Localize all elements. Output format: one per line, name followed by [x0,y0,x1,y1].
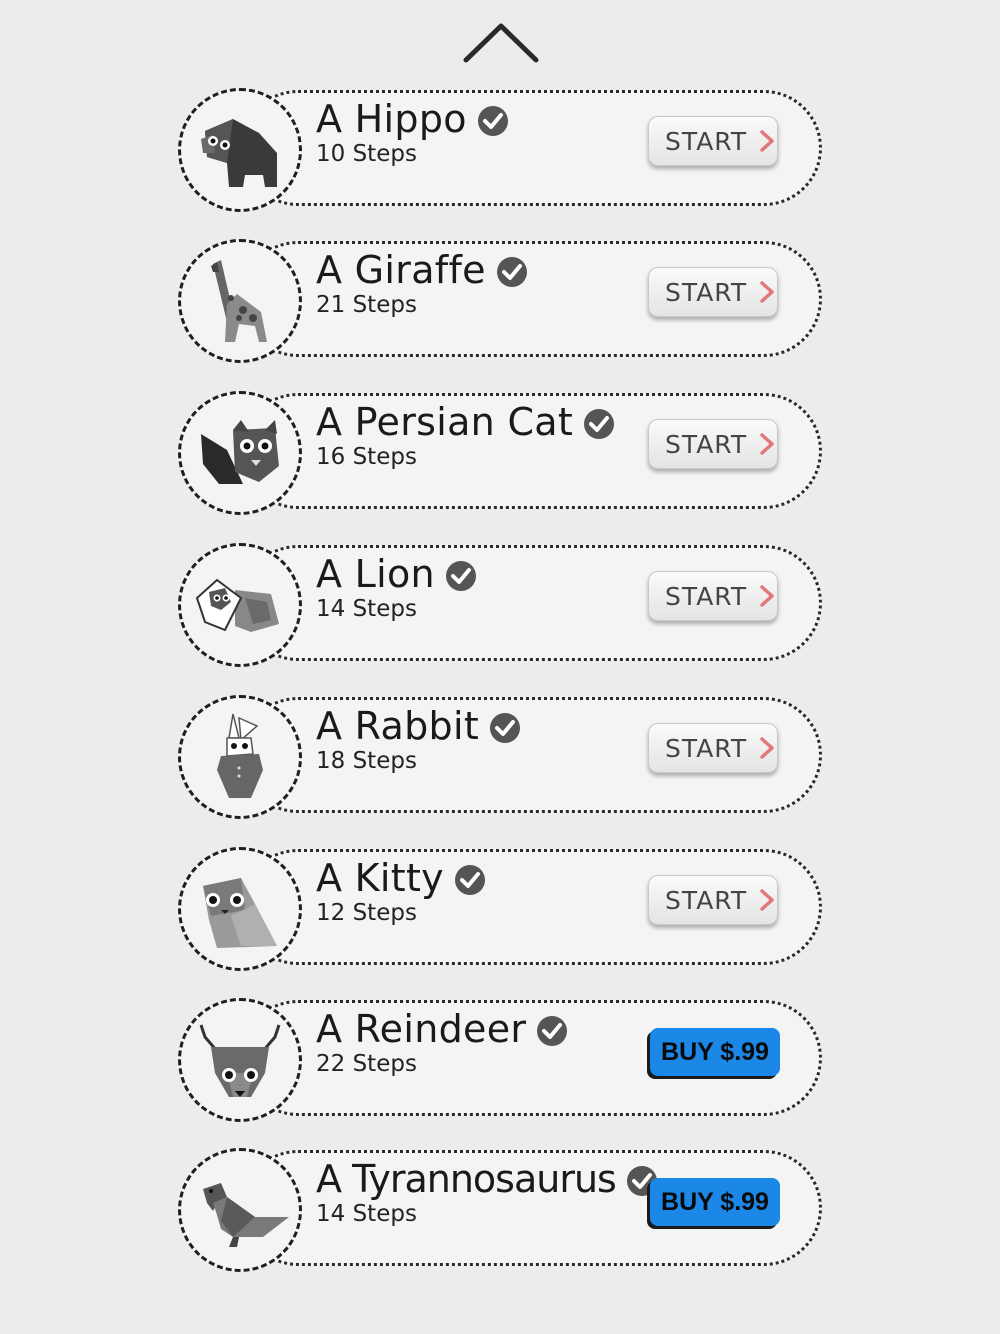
item-title: A Tyrannosaurus [316,1157,617,1201]
start-button[interactable]: START [648,267,778,317]
start-button[interactable]: START [648,571,778,621]
list-item[interactable]: A Lion 14 Steps START [178,543,826,669]
start-button-label: START [665,733,748,763]
item-steps: 21 Steps [316,292,417,318]
start-button-label: START [665,885,748,915]
item-steps: 22 Steps [316,1051,417,1077]
thumbnail [178,239,302,363]
buy-button-label: BUY $.99 [661,1187,769,1216]
item-steps: 14 Steps [316,596,417,622]
chevron-right-icon [760,889,774,911]
item-steps: 14 Steps [316,1201,417,1227]
start-button-label: START [665,429,748,459]
item-steps: 10 Steps [316,141,417,167]
thumbnail [178,88,302,212]
buy-button[interactable]: BUY $.99 [650,1028,780,1076]
chevron-right-icon [760,281,774,303]
start-button[interactable]: START [648,875,778,925]
chevron-right-icon [760,737,774,759]
start-button-label: START [665,277,748,307]
check-circle-icon [537,1016,568,1046]
chevron-right-icon [760,585,774,607]
item-steps: 18 Steps [316,748,417,774]
chevron-right-icon [760,433,774,455]
item-title: A Kitty [316,856,444,900]
thumbnail [178,998,302,1122]
persian-cat-icon [201,420,279,484]
list-item[interactable]: A Reindeer 22 Steps BUY $.99 [178,998,826,1124]
item-title: A Persian Cat [316,400,574,444]
check-circle-icon [584,409,615,439]
thumbnail [178,391,302,515]
thumbnail [178,1148,302,1272]
list-item[interactable]: A Kitty 12 Steps START [178,847,826,973]
list-item[interactable]: A Tyrannosaurus 14 Steps BUY $.99 [178,1148,826,1274]
start-button-label: START [665,126,748,156]
chevron-right-icon [760,130,774,152]
rabbit-icon [217,713,263,798]
kitty-icon [203,878,277,948]
check-circle-icon [496,257,527,287]
lion-icon [195,578,279,632]
start-button-label: START [665,581,748,611]
check-circle-icon [477,106,508,136]
list-item[interactable]: A Persian Cat 16 Steps START [178,391,826,517]
item-steps: 16 Steps [316,444,417,470]
start-button[interactable]: START [648,419,778,469]
item-title: A Lion [316,552,435,596]
tyrannosaurus-icon [203,1183,289,1247]
item-steps: 12 Steps [316,900,417,926]
animal-list: A Hippo 10 Steps START A Giraffe 21 Step… [0,0,1000,1334]
list-item[interactable]: A Rabbit 18 Steps START [178,695,826,821]
hippo-icon [201,119,277,187]
item-title: A Rabbit [316,704,480,748]
start-button[interactable]: START [648,723,778,773]
list-item[interactable]: A Giraffe 21 Steps START [178,239,826,365]
item-title: A Hippo [316,97,467,141]
thumbnail [178,543,302,667]
check-circle-icon [490,713,521,743]
item-title: A Reindeer [316,1007,527,1051]
buy-button[interactable]: BUY $.99 [650,1178,780,1226]
buy-button-label: BUY $.99 [661,1037,769,1066]
start-button[interactable]: START [648,116,778,166]
item-title: A Giraffe [316,248,486,292]
check-circle-icon [454,865,485,895]
giraffe-icon [211,260,267,342]
thumbnail [178,695,302,819]
list-item[interactable]: A Hippo 10 Steps START [178,88,826,214]
check-circle-icon [445,561,476,591]
reindeer-icon [199,1024,281,1097]
thumbnail [178,847,302,971]
